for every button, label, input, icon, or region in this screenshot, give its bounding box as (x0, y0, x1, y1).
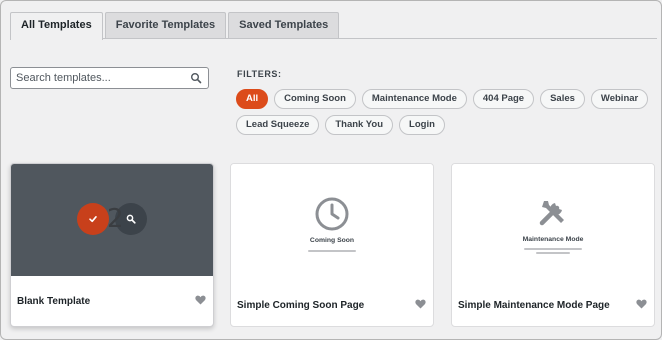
thumbnail-subtext (536, 252, 570, 254)
template-title: Simple Maintenance Mode Page (458, 300, 610, 311)
heart-icon[interactable] (415, 299, 426, 309)
template-title: Blank Template (17, 296, 91, 307)
search-icon[interactable] (190, 72, 202, 84)
filter-chip-sales[interactable]: Sales (540, 89, 585, 109)
tab-saved-templates[interactable]: Saved Templates (228, 12, 340, 39)
thumbnail-subtext (308, 250, 356, 252)
template-thumbnail: Coming Soon (231, 164, 433, 276)
filter-chip-login[interactable]: Login (399, 115, 445, 135)
thumbnail-subtext (524, 248, 582, 250)
tab-divider (10, 38, 657, 39)
template-card-maintenance-mode[interactable]: Maintenance Mode Simple Maintenance Mode… (451, 163, 655, 327)
clock-icon (315, 197, 349, 231)
search-box (10, 67, 209, 89)
filter-chip-maintenance-mode[interactable]: Maintenance Mode (361, 89, 467, 109)
filters-label: FILTERS: (237, 69, 282, 79)
filter-chip-webinar[interactable]: Webinar (590, 89, 649, 109)
template-tabs: All Templates Favorite Templates Saved T… (10, 12, 341, 40)
heart-icon[interactable] (636, 299, 647, 309)
template-card-blank[interactable]: 2 Blank Template (10, 163, 214, 327)
check-icon (89, 216, 97, 223)
filter-chip-lead-squeeze[interactable]: Lead Squeeze (236, 115, 320, 135)
filter-chip-all[interactable]: All (236, 89, 269, 109)
thumbnail-heading: Maintenance Mode (522, 236, 584, 243)
tab-favorite-templates[interactable]: Favorite Templates (104, 12, 227, 39)
filter-chip-coming-soon[interactable]: Coming Soon (274, 89, 356, 109)
template-thumbnail: 2 (11, 164, 213, 276)
heart-icon[interactable] (195, 295, 206, 305)
template-thumbnail: Maintenance Mode (452, 164, 654, 276)
tools-icon (539, 201, 564, 226)
search-icon (126, 214, 136, 224)
template-title: Simple Coming Soon Page (237, 300, 365, 311)
thumbnail-heading: Coming Soon (309, 237, 355, 244)
tab-all-templates[interactable]: All Templates (10, 12, 103, 40)
search-input[interactable] (11, 68, 181, 88)
filter-chip-404-page[interactable]: 404 Page (472, 89, 535, 109)
filter-chips: All Coming Soon Maintenance Mode 404 Pag… (236, 89, 656, 141)
placeholder-graphic: 2 (107, 204, 124, 234)
filter-chip-thank-you[interactable]: Thank You (325, 115, 394, 135)
use-template-button[interactable] (77, 203, 109, 235)
template-card-coming-soon[interactable]: Coming Soon Simple Coming Soon Page (230, 163, 434, 327)
